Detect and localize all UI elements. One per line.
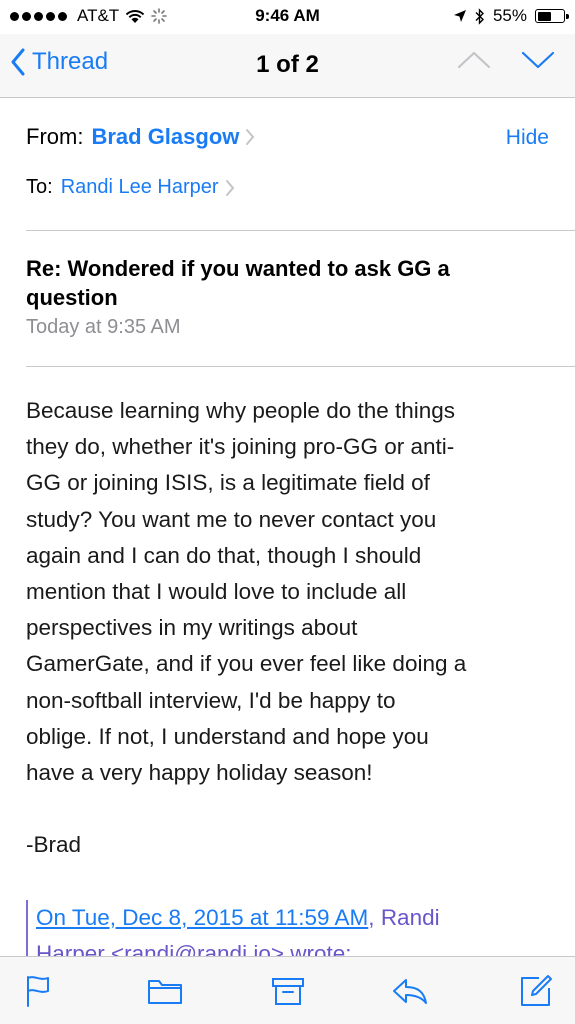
message-navigation	[457, 50, 555, 70]
quote-date-link[interactable]: On Tue, Dec 8, 2015 at 11:59 AM	[36, 905, 368, 930]
body-line: they do, whether it's joining pro-GG or …	[26, 434, 455, 460]
archive-button[interactable]	[268, 973, 308, 1009]
signature: -Brad	[26, 832, 82, 857]
quoted-message: On Tue, Dec 8, 2015 at 11:59 AM, Randi H…	[26, 900, 575, 956]
body-line: Because learning why people do the thing…	[26, 398, 456, 423]
body-line: again and I can do that, though I should	[26, 542, 422, 568]
bluetooth-icon	[475, 7, 484, 25]
folder-icon	[148, 980, 182, 1004]
body-line: perspectives in my writings about	[26, 615, 358, 641]
status-right: 55%	[453, 6, 569, 26]
subject-line: question	[26, 285, 118, 310]
flag-button[interactable]	[18, 973, 58, 1009]
message-date: Today at 9:35 AM	[26, 316, 181, 338]
next-message-icon[interactable]	[521, 50, 555, 70]
message-body: Because learning why people do the thing…	[26, 393, 556, 791]
divider	[26, 366, 575, 367]
from-label: From:	[26, 124, 84, 149]
from-row: From: Brad Glasgow	[26, 124, 255, 150]
quote-header: On Tue, Dec 8, 2015 at 11:59 AM, Randi	[36, 900, 575, 936]
nav-bar: Thread 1 of 2	[0, 34, 575, 98]
chevron-right-icon	[225, 179, 234, 196]
compose-icon	[521, 975, 552, 1006]
subject: Re: Wondered if you wanted to ask GG a q…	[26, 254, 549, 312]
hide-details-button[interactable]: Hide	[506, 126, 549, 150]
bottom-toolbar	[0, 956, 575, 1024]
reply-button[interactable]	[390, 973, 430, 1009]
quote-sender: Randi	[380, 905, 440, 930]
battery-percent: 55%	[492, 6, 527, 25]
quote-sender-line: Harper <randi@randi.io> wrote:	[36, 941, 352, 956]
previous-message-icon[interactable]	[457, 50, 491, 70]
body-line: oblige. If not, I understand and hope yo…	[26, 723, 429, 749]
archive-icon	[272, 978, 304, 1005]
status-bar: AT&T 9:46 AM 55%	[0, 0, 575, 34]
to-row: To: Randi Lee Harper	[26, 176, 235, 199]
location-arrow-icon	[453, 10, 466, 22]
body-line: study? You want me to never contact you	[26, 506, 437, 532]
recipient-name[interactable]: Randi Lee Harper	[61, 176, 219, 199]
body-line: non-softball interview, I'd be happy to	[26, 687, 396, 713]
chevron-right-icon	[246, 129, 255, 145]
battery-icon	[535, 9, 569, 23]
body-line: GamerGate, and if you ever feel like doi…	[26, 651, 467, 677]
sender-name[interactable]: Brad Glasgow	[91, 124, 239, 150]
body-line: mention that I would love to include all	[26, 578, 407, 604]
body-line: have a very happy holiday season!	[26, 759, 373, 785]
divider	[26, 230, 575, 231]
body-line: GG or joining ISIS, is a legitimate fiel…	[26, 470, 430, 496]
move-to-folder-button[interactable]	[145, 973, 185, 1009]
compose-button[interactable]	[516, 973, 556, 1009]
quote-separator: ,	[368, 905, 381, 930]
to-label: To:	[26, 176, 53, 198]
subject-line: Re: Wondered if you wanted to ask GG a	[26, 256, 450, 281]
reply-icon	[393, 979, 427, 1004]
flag-icon	[27, 976, 49, 1007]
